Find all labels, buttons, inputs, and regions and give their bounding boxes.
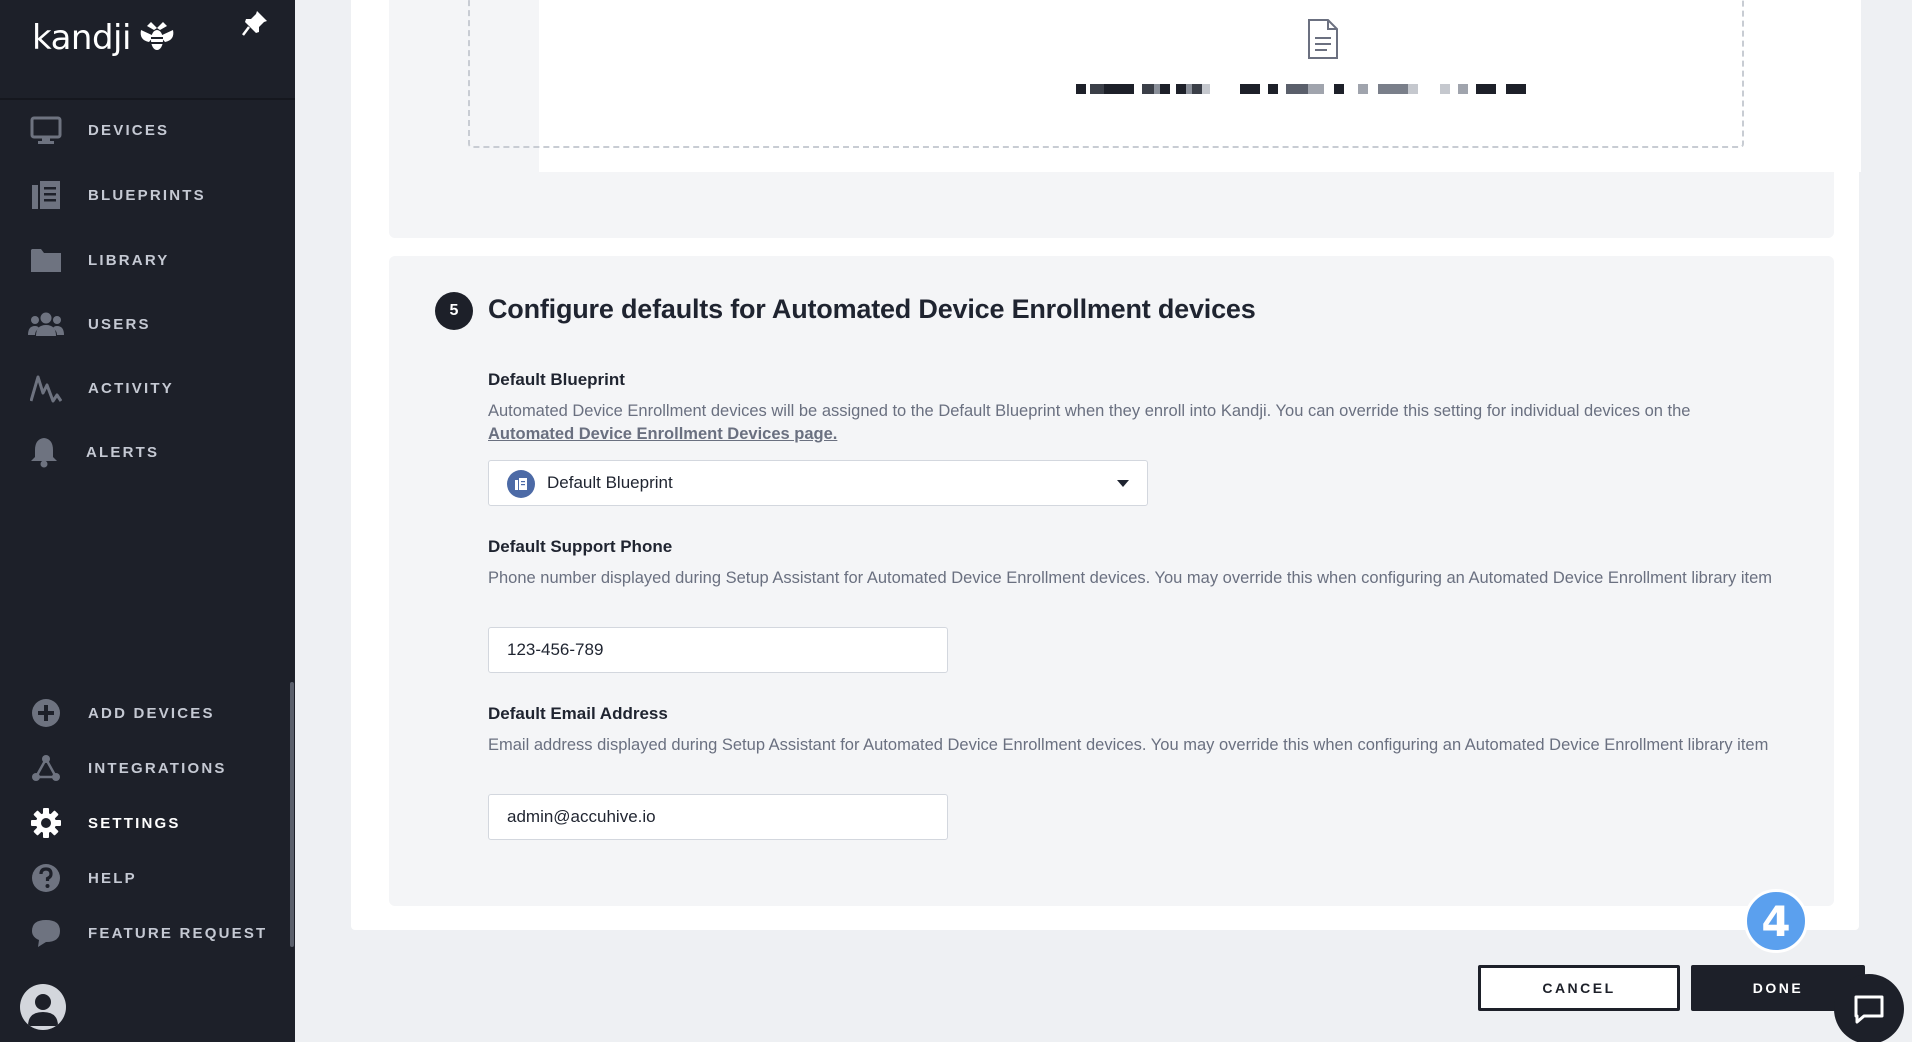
avatar[interactable] [20,984,66,1030]
sidebar-item-label: ADD DEVICES [88,704,215,722]
brand-name: kandji [32,18,131,58]
pin-icon[interactable] [240,8,270,38]
blueprints-icon [28,177,64,213]
main-content: 5 Configure defaults for Automated Devic… [295,0,1912,1042]
sidebar-item-label: FEATURE REQUEST [88,924,268,942]
step-number-badge: 5 [435,292,473,330]
sidebar-item-label: USERS [88,315,151,333]
support-chat-button[interactable] [1834,974,1904,1042]
sidebar-item-blueprints[interactable]: BLUEPRINTS [0,167,280,223]
default-blueprint-label: Default Blueprint [488,370,625,389]
cancel-button[interactable]: CANCEL [1478,965,1680,1011]
support-phone-input[interactable] [488,627,948,673]
sidebar-item-label: HELP [88,869,137,887]
chevron-down-icon [1117,480,1129,487]
blueprint-icon [507,470,535,498]
sidebar-item-devices[interactable]: DEVICES [0,102,280,158]
chat-icon [28,915,64,951]
sidebar-scrollbar[interactable] [290,682,294,947]
default-support-phone-description: Phone number displayed during Setup Assi… [488,569,1773,587]
folder-icon [28,242,64,278]
sidebar-item-users[interactable]: USERS [0,296,280,352]
sidebar-item-library[interactable]: LIBRARY [0,232,280,288]
sidebar-item-label: BLUEPRINTS [88,186,206,204]
default-blueprint-select[interactable]: Default Blueprint [488,460,1148,506]
default-blueprint-description-text: Automated Device Enrollment devices will… [488,402,1691,420]
redacted-filename [1076,84,1526,94]
activity-icon [28,370,64,406]
sidebar-item-feature-request[interactable]: FEATURE REQUEST [0,905,280,961]
chat-bubble-icon [1854,995,1884,1024]
bell-icon [26,434,62,470]
default-email-label: Default Email Address [488,704,668,723]
sidebar-item-help[interactable]: HELP [0,850,280,906]
sidebar: kandji DEVICES BLUEPRINTS LIBRARY USERS … [0,0,295,1042]
default-email-description: Email address displayed during Setup Ass… [488,736,1769,754]
sidebar-item-add-devices[interactable]: ADD DEVICES [0,685,280,741]
integrations-icon [28,750,64,786]
email-address-input[interactable] [488,794,948,840]
gear-icon [28,805,64,841]
section-title: Configure defaults for Automated Device … [488,294,1256,324]
default-blueprint-description: Automated Device Enrollment devices will… [488,400,1808,446]
user-icon [28,994,58,1026]
sidebar-item-settings[interactable]: SETTINGS [0,795,280,851]
walkthrough-step-badge: 4 [1744,889,1808,953]
file-dropzone[interactable] [468,0,1744,148]
sidebar-item-label: INTEGRATIONS [88,759,227,777]
sidebar-divider [0,98,295,100]
kandji-logo[interactable]: kandji [32,18,177,58]
sidebar-item-label: LIBRARY [88,251,170,269]
sidebar-item-label: SETTINGS [88,814,181,832]
sidebar-item-label: DEVICES [88,121,170,139]
sidebar-item-activity[interactable]: ACTIVITY [0,360,280,416]
bee-logo-icon [140,22,174,50]
sidebar-item-alerts[interactable]: ALERTS [0,424,280,480]
sidebar-item-label: ACTIVITY [88,379,174,397]
selected-blueprint: Default Blueprint [547,473,673,492]
file-icon [1308,19,1338,59]
users-icon [28,306,64,342]
ade-devices-page-link[interactable]: Automated Device Enrollment Devices page… [488,425,837,443]
sidebar-item-label: ALERTS [86,443,160,461]
plus-circle-icon [28,695,64,731]
monitor-icon [28,112,64,148]
help-icon [28,860,64,896]
sidebar-item-integrations[interactable]: INTEGRATIONS [0,740,280,796]
default-support-phone-label: Default Support Phone [488,537,673,556]
ade-defaults-section: 5 Configure defaults for Automated Devic… [389,256,1834,906]
